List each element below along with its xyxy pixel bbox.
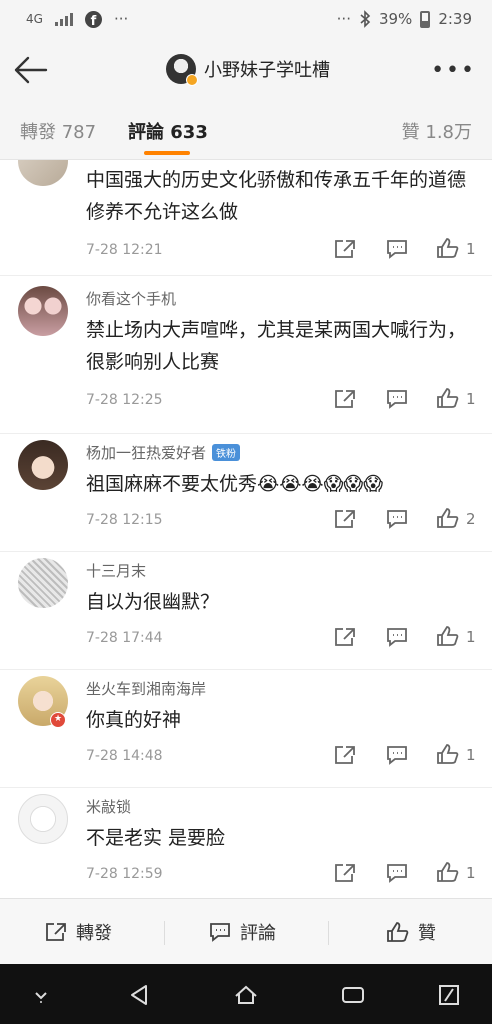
commenter-avatar[interactable]	[18, 160, 68, 186]
comment-icon[interactable]	[385, 744, 409, 766]
comment-item[interactable]: ★ 坐火车到湘南海岸 你真的好神 7-28 14:48	[0, 670, 492, 788]
comment-time: 7-28 12:15	[86, 512, 163, 528]
comment-icon[interactable]	[385, 238, 409, 260]
clock: 2:39	[438, 10, 472, 28]
tab-bar: 轉發 787 評論 633 贊 1.8万	[0, 100, 492, 160]
tab-like[interactable]: 贊 1.8万	[402, 118, 472, 144]
commenter-name[interactable]: 坐火车到湘南海岸	[86, 678, 206, 699]
comment-item[interactable]: 中国强大的历史文化骄傲和传承五千年的道德修养不允许这么做 7-28 12:21	[0, 160, 492, 276]
commenter-name[interactable]: 米敲锁	[86, 796, 131, 817]
like-count: 1	[466, 240, 476, 258]
battery-icon	[420, 10, 431, 28]
comment-label: 評論	[240, 923, 276, 944]
comment-text: 禁止场内大声喧哗，尤其是某两国大喊行为，很影响别人比赛	[86, 319, 467, 373]
fan-badge: 铁粉	[212, 444, 241, 461]
like-button[interactable]: 贊	[386, 919, 436, 945]
comment-text: 中国强大的历史文化骄傲和传承五千年的道德修养不允许这么做	[86, 169, 467, 223]
comment-item[interactable]: 你看这个手机 禁止场内大声喧哗，尤其是某两国大喊行为，很影响别人比赛 7-28 …	[0, 276, 492, 434]
expand-icon[interactable]	[436, 982, 462, 1008]
commenter-name[interactable]: 杨加一狂热爱好者 铁粉	[86, 442, 241, 463]
tab-repost[interactable]: 轉發 787	[20, 118, 96, 144]
facebook-icon: f	[84, 10, 102, 28]
like-count: 1	[466, 628, 476, 646]
like-count: 1	[466, 390, 476, 408]
share-icon[interactable]	[333, 744, 357, 766]
home-icon[interactable]	[233, 982, 259, 1008]
comment-list[interactable]: 中国强大的历史文化骄傲和传承五千年的道德修养不允许这么做 7-28 12:21 …	[0, 160, 492, 898]
share-icon[interactable]	[333, 388, 357, 410]
battery-percent: 39%	[378, 10, 413, 28]
bluetooth-icon	[360, 10, 371, 28]
more-notifications-icon: ···	[113, 10, 129, 28]
comment-text: 祖国麻麻不要太优秀😭😭😭😱😱😱	[86, 473, 384, 495]
recent-apps-icon[interactable]	[340, 982, 366, 1008]
commenter-name[interactable]: 你看这个手机	[86, 288, 176, 309]
like-count: 2	[466, 510, 476, 528]
member-badge-icon: ★	[50, 712, 66, 728]
more-options-icon[interactable]: •••	[431, 60, 476, 82]
bottom-action-bar: 轉發 評論 贊	[0, 898, 492, 964]
comment-item[interactable]: 十三月末 自以为很幽默？ 7-28 17:44	[0, 552, 492, 670]
comment-time: 7-28 12:59	[86, 866, 163, 882]
back-arrow-icon[interactable]	[12, 54, 48, 86]
comment-text: 自以为很幽默？	[86, 591, 220, 613]
share-icon	[46, 923, 66, 941]
like-icon	[387, 922, 409, 942]
more-status-icon: ···	[336, 10, 351, 28]
like-count: 1	[466, 864, 476, 882]
like-icon[interactable]	[436, 507, 460, 529]
comment-button[interactable]: 評論	[208, 919, 276, 945]
share-icon[interactable]	[333, 238, 357, 260]
comment-icon	[210, 923, 230, 942]
comment-item[interactable]: 米敲锁 不是老实 是要脸 7-28 12:59	[0, 788, 492, 898]
share-icon[interactable]	[333, 626, 357, 648]
like-icon[interactable]	[436, 743, 460, 765]
repost-button[interactable]: 轉發	[44, 919, 112, 945]
comment-time: 7-28 14:48	[86, 748, 163, 764]
back-icon[interactable]	[126, 982, 152, 1008]
divider	[328, 921, 329, 945]
divider	[164, 921, 165, 945]
comment-time: 7-28 12:25	[86, 392, 163, 408]
comment-icon[interactable]	[385, 862, 409, 884]
tab-comment[interactable]: 評論 633	[128, 118, 208, 144]
system-nav-bar	[0, 964, 492, 1024]
comment-icon[interactable]	[385, 508, 409, 530]
commenter-avatar[interactable]	[18, 558, 68, 608]
like-count: 1	[466, 746, 476, 764]
active-tab-indicator	[144, 151, 190, 155]
author-avatar[interactable]	[166, 54, 198, 86]
network-type: 4G	[26, 12, 43, 26]
share-icon[interactable]	[333, 508, 357, 530]
commenter-name[interactable]: 十三月末	[86, 560, 146, 581]
share-icon[interactable]	[333, 862, 357, 884]
comment-icon[interactable]	[385, 626, 409, 648]
commenter-avatar[interactable]	[18, 794, 68, 844]
comment-time: 7-28 12:21	[86, 242, 163, 258]
repost-label: 轉發	[76, 923, 112, 944]
comment-text: 你真的好神	[86, 709, 182, 731]
author-info[interactable]: 小野妹子学吐槽	[166, 54, 330, 86]
like-icon[interactable]	[436, 387, 460, 409]
page-title: 小野妹子学吐槽	[204, 60, 330, 81]
signal-icon	[54, 12, 73, 26]
status-bar: 4G f ··· ··· 39% 2:39	[0, 0, 492, 40]
comment-text: 不是老实 是要脸	[86, 827, 226, 849]
comment-item[interactable]: 杨加一狂热爱好者 铁粉 祖国麻麻不要太优秀😭😭😭😱😱😱 7-28 12:15	[0, 434, 492, 552]
commenter-avatar[interactable]	[18, 440, 68, 490]
chevron-down-icon[interactable]	[28, 982, 54, 1008]
verified-icon	[186, 74, 198, 86]
comment-icon[interactable]	[385, 388, 409, 410]
like-icon[interactable]	[436, 625, 460, 647]
like-label: 贊	[418, 923, 436, 944]
top-header: 小野妹子学吐槽 •••	[0, 40, 492, 100]
commenter-avatar[interactable]	[18, 286, 68, 336]
comment-time: 7-28 17:44	[86, 630, 163, 646]
like-icon[interactable]	[436, 237, 460, 259]
like-icon[interactable]	[436, 861, 460, 883]
